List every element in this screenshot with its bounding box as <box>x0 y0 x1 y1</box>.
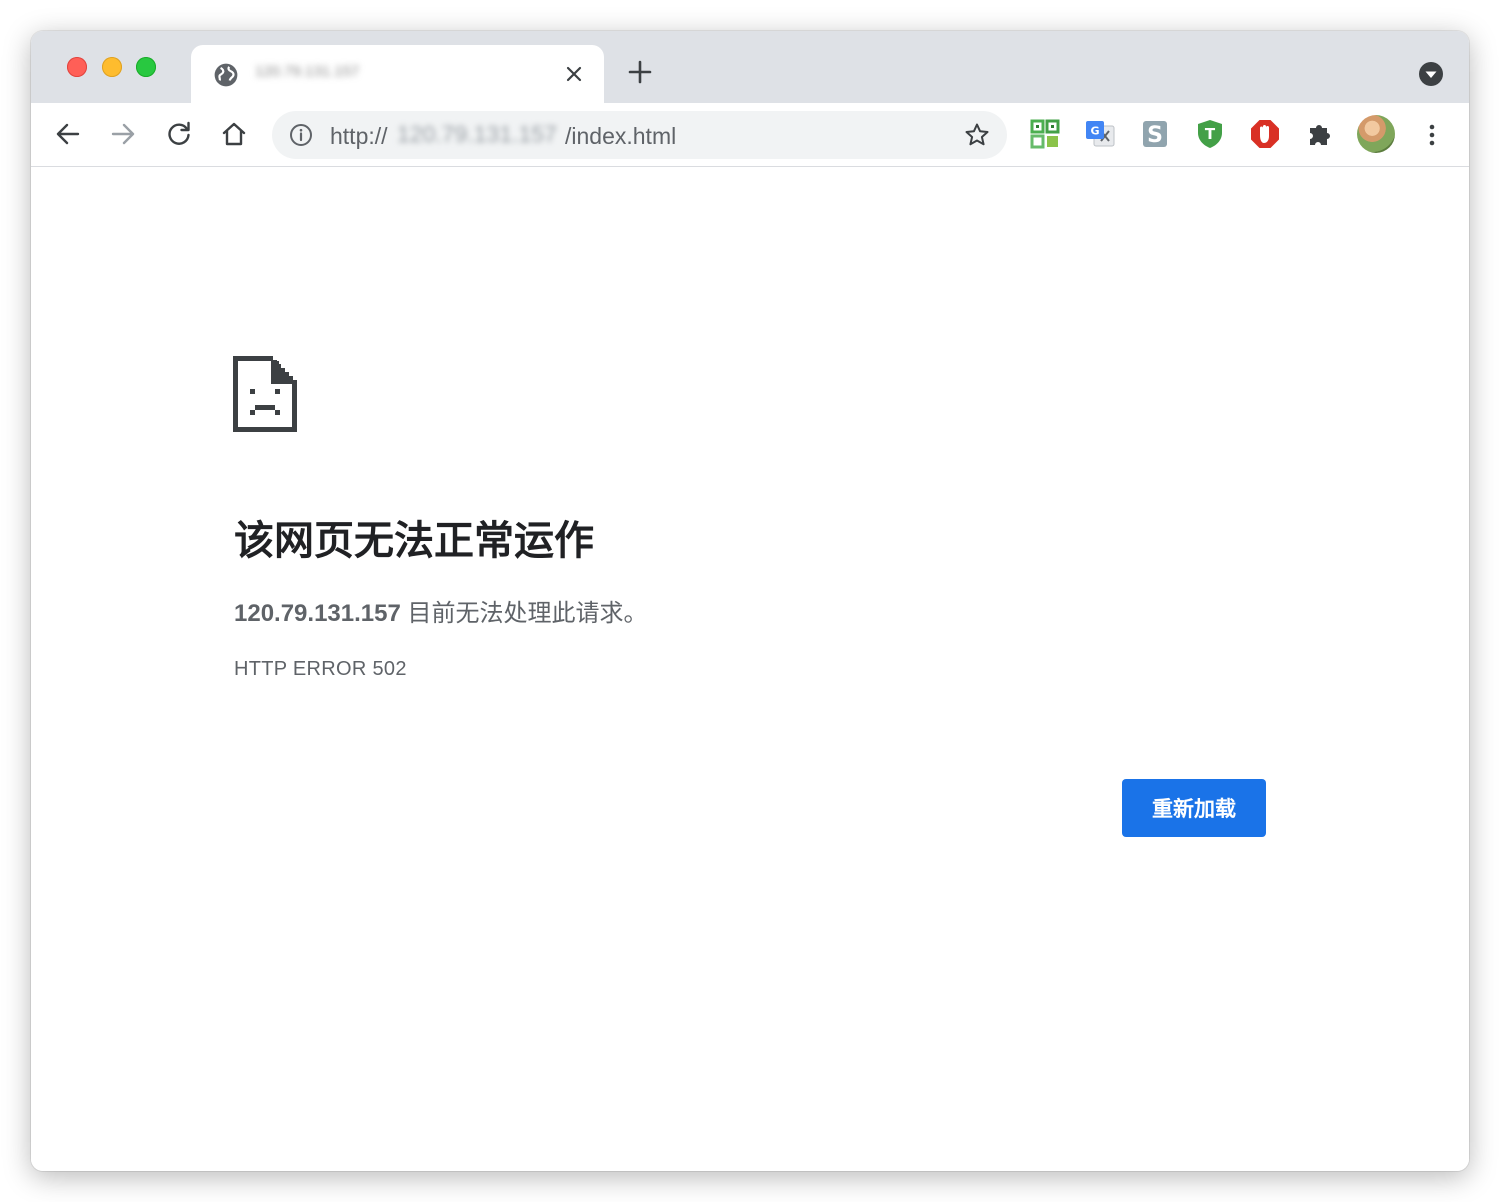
tab-active[interactable]: 120.79.131.157 <box>191 45 604 103</box>
qr-code-extension-icon[interactable] <box>1029 118 1061 150</box>
globe-icon <box>214 63 238 87</box>
minimize-window-button[interactable] <box>102 57 122 77</box>
error-message: 120.79.131.157 目前无法处理此请求。 <box>234 593 648 628</box>
puzzle-extensions-icon[interactable] <box>1305 118 1337 150</box>
browser-toolbar: http:// 120.79.131.157 /index.html G S T <box>31 103 1469 167</box>
browser-window: 120.79.131.157 http:// 120.79.131.157 /i… <box>31 31 1469 1171</box>
error-heading: 该网页无法正常运作 <box>234 519 594 563</box>
tab-strip: 120.79.131.157 <box>31 31 1469 103</box>
more-vert-icon[interactable] <box>1420 121 1444 149</box>
tab-title: 120.79.131.157 <box>255 63 360 80</box>
tab-search-chevron-icon[interactable] <box>1418 61 1444 87</box>
close-window-button[interactable] <box>67 57 87 77</box>
forward-arrow-icon[interactable] <box>108 119 138 149</box>
page-content: 该网页无法正常运作 120.79.131.157 目前无法处理此请求。 HTTP… <box>31 167 1469 1171</box>
back-arrow-icon[interactable] <box>53 119 83 149</box>
url-scheme: http:// <box>330 123 388 149</box>
svg-text:T: T <box>1205 125 1216 143</box>
sad-document-icon <box>233 356 297 432</box>
url-path: /index.html <box>565 123 677 149</box>
new-tab-plus-icon[interactable] <box>627 59 653 85</box>
reload-button[interactable]: 重新加载 <box>1122 779 1266 837</box>
address-bar[interactable]: http:// 120.79.131.157 /index.html <box>272 111 1007 159</box>
error-code: HTTP ERROR 502 <box>234 658 407 680</box>
svg-text:S: S <box>1147 123 1163 148</box>
profile-avatar[interactable] <box>1357 115 1395 153</box>
fullscreen-window-button[interactable] <box>136 57 156 77</box>
error-host: 120.79.131.157 <box>234 600 401 627</box>
error-message-text: 目前无法处理此请求。 <box>400 600 648 627</box>
google-translate-extension-icon[interactable]: G <box>1084 118 1116 150</box>
reload-icon[interactable] <box>164 119 194 149</box>
svg-text:G: G <box>1090 125 1099 138</box>
close-icon[interactable] <box>564 64 584 84</box>
url-host: 120.79.131.157 <box>397 121 557 147</box>
home-icon[interactable] <box>219 119 249 149</box>
adblock-extension-icon[interactable] <box>1249 118 1281 150</box>
site-info-icon[interactable] <box>289 123 313 147</box>
bookmark-star-icon[interactable] <box>964 122 990 148</box>
tampermonkey-extension-icon[interactable]: T <box>1194 118 1226 150</box>
s-extension-icon[interactable]: S <box>1139 118 1171 150</box>
